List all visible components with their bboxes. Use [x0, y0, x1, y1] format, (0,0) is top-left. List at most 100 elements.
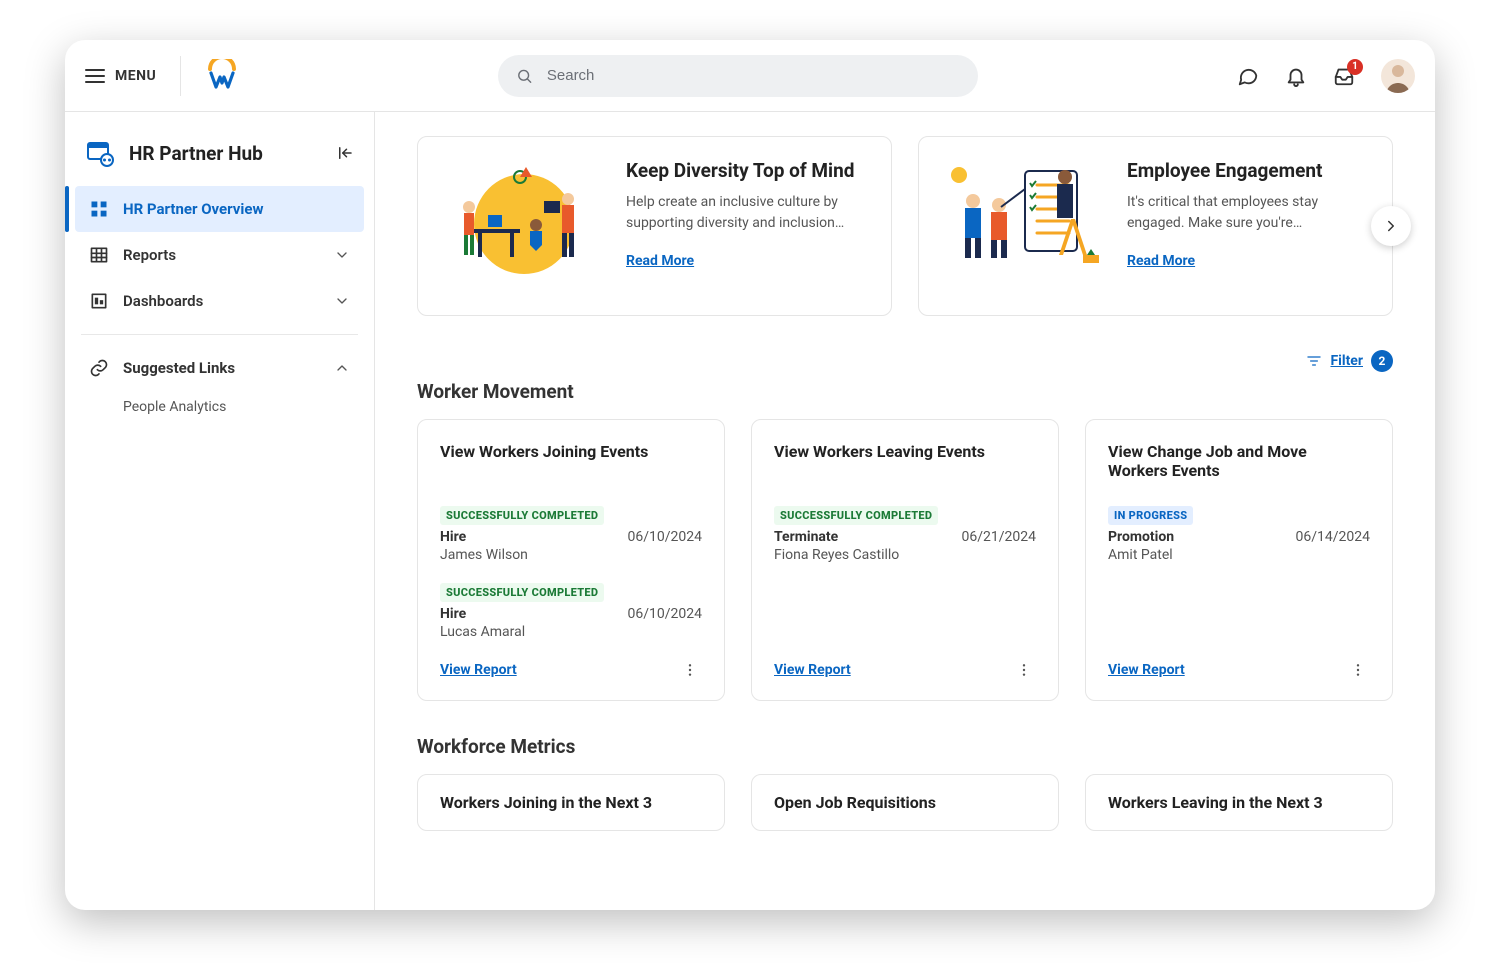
avatar[interactable]	[1381, 59, 1415, 93]
menu-button[interactable]: MENU	[85, 68, 156, 84]
inbox-badge: 1	[1347, 59, 1363, 75]
event-type: Terminate	[774, 529, 838, 545]
status-chip: SUCCESSFULLY COMPLETED	[440, 583, 604, 602]
notifications-button[interactable]	[1285, 65, 1307, 87]
story-read-more[interactable]: Read More	[1127, 253, 1195, 269]
main-content[interactable]: Keep Diversity Top of Mind Help create a…	[375, 112, 1435, 910]
card-title: View Change Job and Move Workers Events	[1108, 442, 1370, 482]
filter-link[interactable]: Filter	[1330, 353, 1363, 369]
grid-icon	[89, 199, 109, 219]
sidebar-link-people-analytics[interactable]: People Analytics	[75, 391, 364, 423]
event: SUCCESSFULLY COMPLETED Hire 06/10/2024 Lu…	[440, 581, 702, 640]
story-body: Keep Diversity Top of Mind Help create a…	[626, 159, 865, 269]
app-frame: MENU 1	[65, 40, 1435, 910]
event-name: Fiona Reyes Castillo	[774, 547, 1036, 563]
sidebar-item-label: Dashboards	[123, 292, 320, 310]
hamburger-icon	[85, 69, 105, 83]
sidebar-divider	[81, 334, 358, 335]
view-report-link[interactable]: View Report	[1108, 662, 1185, 678]
story-title: Employee Engagement	[1127, 159, 1366, 182]
kebab-icon	[1350, 662, 1366, 678]
card-leaving-events: View Workers Leaving Events SUCCESSFULLY…	[751, 419, 1059, 701]
story-card-diversity: Keep Diversity Top of Mind Help create a…	[417, 136, 892, 316]
card-title: View Workers Leaving Events	[774, 442, 1036, 482]
bell-icon	[1285, 65, 1307, 87]
filter-icon	[1306, 353, 1322, 369]
table-icon	[89, 245, 109, 265]
chevron-right-icon	[1382, 217, 1400, 235]
event-name: Lucas Amaral	[440, 624, 702, 640]
sidebar-item-label: Reports	[123, 246, 320, 264]
sidebar-item-reports[interactable]: Reports	[75, 232, 364, 278]
filter-bar: Filter 2	[417, 350, 1393, 372]
event: SUCCESSFULLY COMPLETED Hire06/10/2024 Ja…	[440, 504, 702, 563]
sidebar-suggested-links[interactable]: Suggested Links	[75, 345, 364, 391]
chat-button[interactable]	[1237, 65, 1259, 87]
event-date: 06/10/2024	[628, 529, 703, 545]
metrics-card-joining-next: Workers Joining in the Next 3	[417, 774, 725, 831]
sidebar-item-label: Suggested Links	[123, 359, 320, 377]
metrics-card-leaving-next: Workers Leaving in the Next 3	[1085, 774, 1393, 831]
inbox-button[interactable]: 1	[1333, 65, 1355, 87]
sidebar-collapse-button[interactable]	[336, 144, 354, 162]
event-date: 06/21/2024	[962, 529, 1037, 545]
card-change-job-events: View Change Job and Move Workers Events …	[1085, 419, 1393, 701]
card-title: Workers Joining in the Next 3	[440, 793, 702, 812]
story-card-engagement: Employee Engagement It's critical that e…	[918, 136, 1393, 316]
workforce-metrics-grid: Workers Joining in the Next 3 Open Job R…	[417, 774, 1393, 831]
story-read-more[interactable]: Read More	[626, 253, 694, 269]
search-box[interactable]	[498, 55, 978, 97]
view-report-link[interactable]: View Report	[440, 662, 517, 678]
story-title: Keep Diversity Top of Mind	[626, 159, 865, 182]
link-icon	[89, 358, 109, 378]
sidebar-item-hr-overview[interactable]: HR Partner Overview	[75, 186, 364, 232]
hub-header: HR Partner Hub	[75, 132, 364, 186]
card-menu-button[interactable]	[1346, 658, 1370, 682]
search-icon	[516, 67, 533, 85]
worker-movement-grid: View Workers Joining Events SUCCESSFULLY…	[417, 419, 1393, 701]
card-joining-events: View Workers Joining Events SUCCESSFULLY…	[417, 419, 725, 701]
event-name: James Wilson	[440, 547, 702, 563]
sidebar-item-label: HR Partner Overview	[123, 200, 350, 218]
carousel-next-button[interactable]	[1371, 206, 1411, 246]
event: IN PROGRESS Promotion06/14/2024 Amit Pat…	[1108, 504, 1370, 563]
event-type: Promotion	[1108, 529, 1174, 545]
view-report-link[interactable]: View Report	[774, 662, 851, 678]
section-title-workforce-metrics: Workforce Metrics	[417, 735, 1393, 758]
card-title: Workers Leaving in the Next 3	[1108, 793, 1370, 812]
hub-title: HR Partner Hub	[129, 142, 322, 165]
card-menu-button[interactable]	[1012, 658, 1036, 682]
status-chip: IN PROGRESS	[1108, 506, 1193, 525]
app-body: HR Partner Hub HR Partner Overview Repor…	[65, 112, 1435, 910]
header-actions: 1	[1237, 59, 1415, 93]
illustration-engagement	[945, 159, 1105, 279]
chevron-down-icon	[334, 293, 350, 309]
app-header: MENU 1	[65, 40, 1435, 112]
filter-count: 2	[1371, 350, 1393, 372]
kebab-icon	[1016, 662, 1032, 678]
story-desc: Help create an inclusive culture by supp…	[626, 192, 865, 234]
kebab-icon	[682, 662, 698, 678]
header-divider	[180, 56, 181, 96]
dashboard-icon	[89, 291, 109, 311]
chat-icon	[1237, 65, 1259, 87]
chevron-up-icon	[334, 360, 350, 376]
menu-label: MENU	[115, 68, 156, 84]
workday-logo[interactable]	[205, 59, 239, 93]
search-input[interactable]	[547, 67, 960, 84]
story-body: Employee Engagement It's critical that e…	[1127, 159, 1366, 269]
sidebar: HR Partner Hub HR Partner Overview Repor…	[65, 112, 375, 910]
event-date: 06/10/2024	[628, 606, 703, 622]
section-title-worker-movement: Worker Movement	[417, 380, 1393, 403]
metrics-card-open-reqs: Open Job Requisitions	[751, 774, 1059, 831]
card-title: View Workers Joining Events	[440, 442, 702, 482]
event-name: Amit Patel	[1108, 547, 1370, 563]
sidebar-item-dashboards[interactable]: Dashboards	[75, 278, 364, 324]
event-type: Hire	[440, 606, 466, 622]
chevron-down-icon	[334, 247, 350, 263]
event-type: Hire	[440, 529, 466, 545]
collapse-icon	[336, 144, 354, 162]
card-menu-button[interactable]	[678, 658, 702, 682]
hub-icon	[85, 138, 115, 168]
illustration-diversity	[444, 159, 604, 279]
